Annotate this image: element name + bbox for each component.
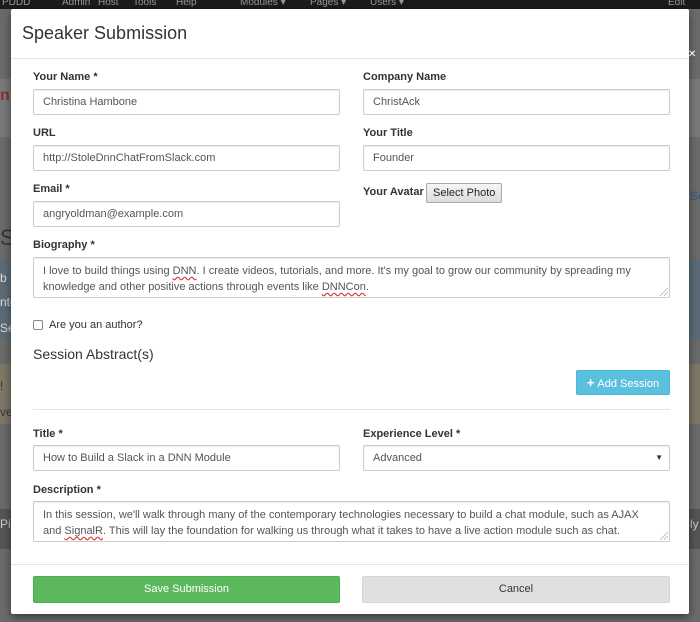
- bg-text: b: [0, 271, 7, 285]
- url-input[interactable]: http://StoleDnnChatFromSlack.com: [33, 145, 340, 171]
- bg-text: n: [0, 87, 10, 104]
- toolbar-item[interactable]: Host: [98, 0, 119, 8]
- bg-text: !: [0, 379, 4, 393]
- resize-grip-icon[interactable]: [660, 532, 668, 540]
- your-name-label: Your Name *: [33, 71, 98, 83]
- description-textarea[interactable]: In this session, we'll walk through many…: [33, 501, 670, 542]
- close-icon[interactable]: ✕: [688, 49, 698, 62]
- resize-grip-icon[interactable]: [660, 288, 668, 296]
- description-label: Description *: [33, 484, 101, 496]
- footer-divider: [11, 564, 689, 565]
- author-checkbox-label[interactable]: Are you an author?: [49, 319, 143, 331]
- cancel-button[interactable]: Cancel: [362, 576, 670, 603]
- biography-textarea[interactable]: I love to build things using DNN. I crea…: [33, 257, 670, 298]
- toolbar-item[interactable]: Admin: [62, 0, 90, 8]
- caret-down-icon: ▼: [655, 453, 663, 462]
- toolbar-item[interactable]: Edit: [668, 0, 685, 8]
- your-title-input[interactable]: Founder: [363, 145, 670, 171]
- toolbar-item[interactable]: PDDD: [2, 0, 30, 8]
- email-label: Email *: [33, 183, 70, 195]
- company-name-label: Company Name: [363, 71, 447, 83]
- experience-level-select[interactable]: Advanced ▼: [363, 445, 670, 471]
- toolbar-item[interactable]: Modules ▾: [240, 0, 286, 8]
- url-label: URL: [33, 127, 56, 139]
- session-title-input[interactable]: How to Build a Slack in a DNN Module: [33, 445, 340, 471]
- bg-text: ly: [690, 517, 699, 531]
- your-avatar-label: Your Avatar: [363, 186, 424, 198]
- biography-label: Biography *: [33, 239, 95, 251]
- admin-toolbar: PDDD Admin Host Tools Help Modules ▾ Pag…: [0, 0, 700, 9]
- author-checkbox[interactable]: [33, 320, 43, 330]
- company-name-input[interactable]: ChristAck: [363, 89, 670, 115]
- email-input[interactable]: angryoldman@example.com: [33, 201, 340, 227]
- session-title-label: Title *: [33, 428, 63, 440]
- toolbar-item[interactable]: Tools: [133, 0, 156, 8]
- modal-header: Speaker Submission: [11, 9, 689, 59]
- divider: [33, 409, 670, 410]
- toolbar-item[interactable]: Users ▾: [370, 0, 404, 8]
- select-photo-button[interactable]: Select Photo: [426, 183, 503, 203]
- speaker-submission-modal: ✕ Speaker Submission Your Name * Christi…: [11, 9, 696, 614]
- bg-text: Pi: [0, 517, 11, 531]
- toolbar-item[interactable]: Help: [176, 0, 197, 8]
- plus-icon: +: [586, 375, 595, 390]
- add-session-button[interactable]: + Add Session: [576, 370, 670, 395]
- your-name-input[interactable]: Christina Hambone: [33, 89, 340, 115]
- bg-text: Sessio: [690, 189, 700, 203]
- toolbar-item[interactable]: Pages ▾: [310, 0, 346, 8]
- save-submission-button[interactable]: Save Submission: [33, 576, 340, 603]
- experience-level-label: Experience Level *: [363, 428, 461, 440]
- session-abstracts-title: Session Abstract(s): [33, 346, 154, 362]
- modal-title: Speaker Submission: [22, 23, 188, 43]
- your-title-label: Your Title: [363, 127, 413, 139]
